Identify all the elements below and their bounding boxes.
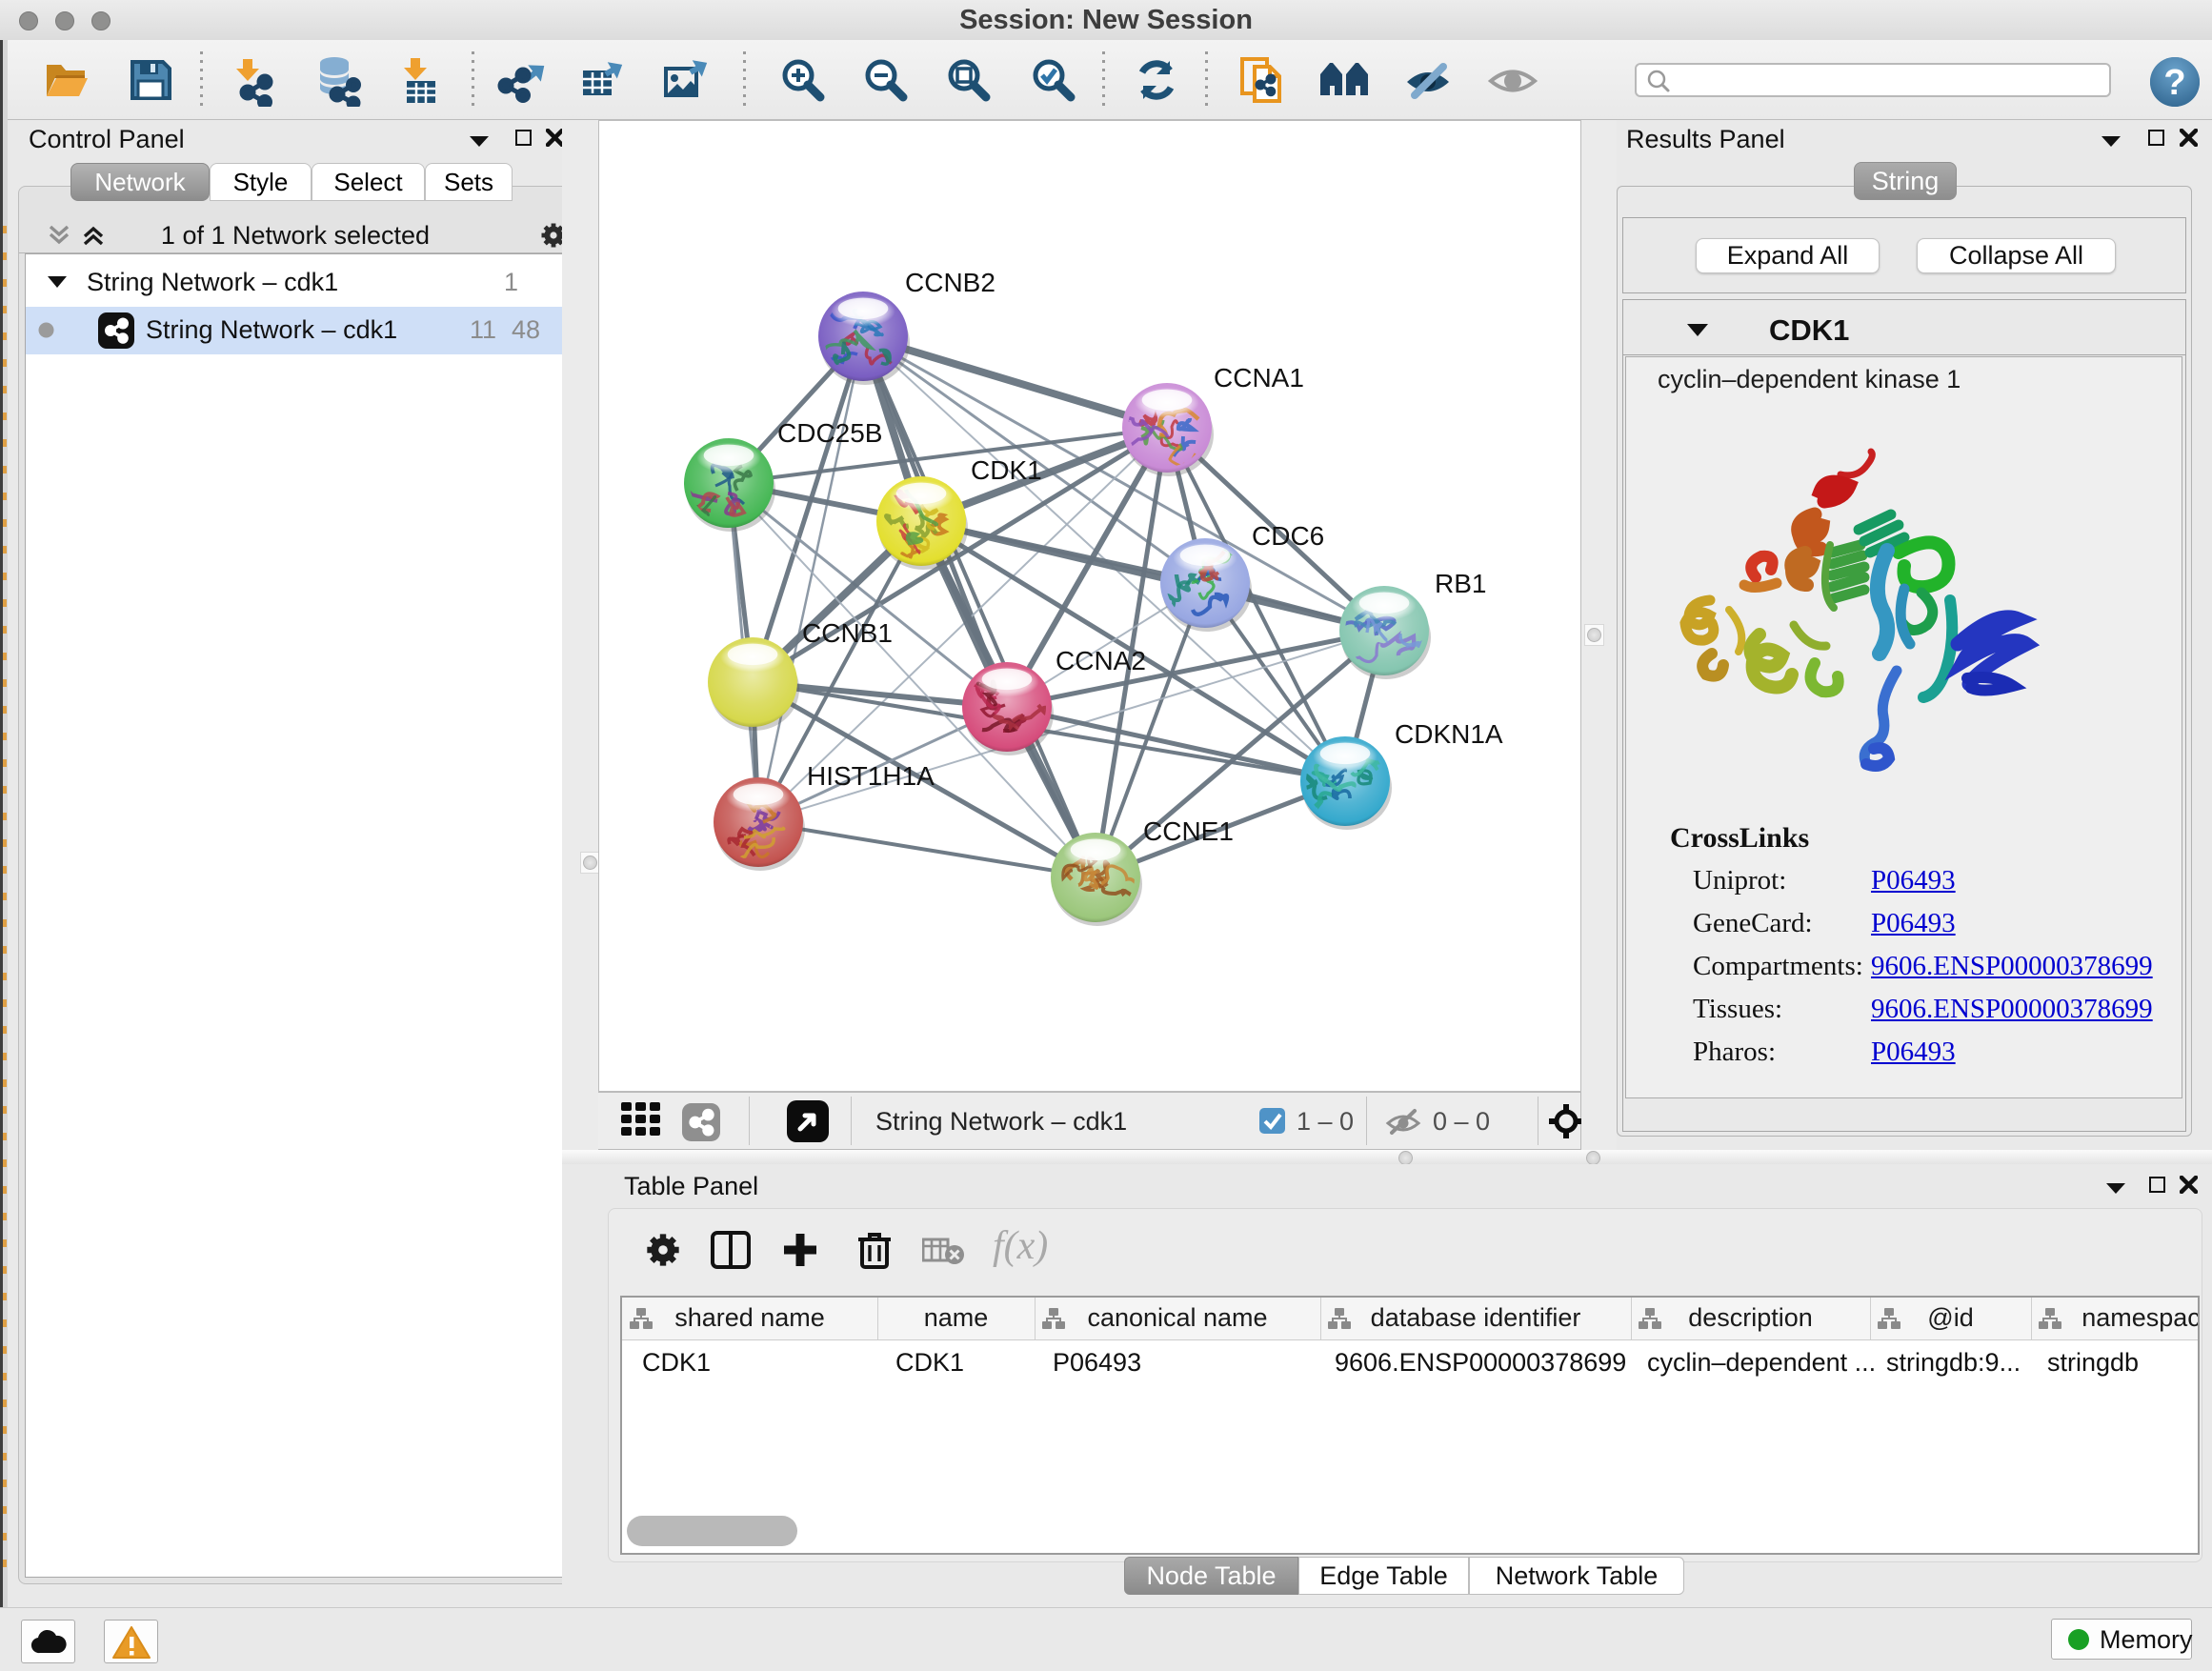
svg-text:CCNA2: CCNA2 bbox=[1056, 646, 1146, 675]
svg-text:?: ? bbox=[2163, 63, 2185, 103]
svg-text:CCNA1: CCNA1 bbox=[1214, 363, 1304, 393]
svg-text:CCNE1: CCNE1 bbox=[1143, 816, 1234, 846]
svg-text:RB1: RB1 bbox=[1435, 569, 1486, 598]
svg-text:CDK1: CDK1 bbox=[971, 455, 1042, 485]
svg-text:CDC25B: CDC25B bbox=[777, 418, 882, 448]
svg-text:HIST1H1A: HIST1H1A bbox=[807, 761, 935, 791]
svg-text:CDC6: CDC6 bbox=[1252, 521, 1324, 551]
svg-text:CCNB1: CCNB1 bbox=[802, 618, 893, 648]
svg-text:CDKN1A: CDKN1A bbox=[1395, 719, 1503, 749]
svg-text:CCNB2: CCNB2 bbox=[905, 268, 995, 297]
